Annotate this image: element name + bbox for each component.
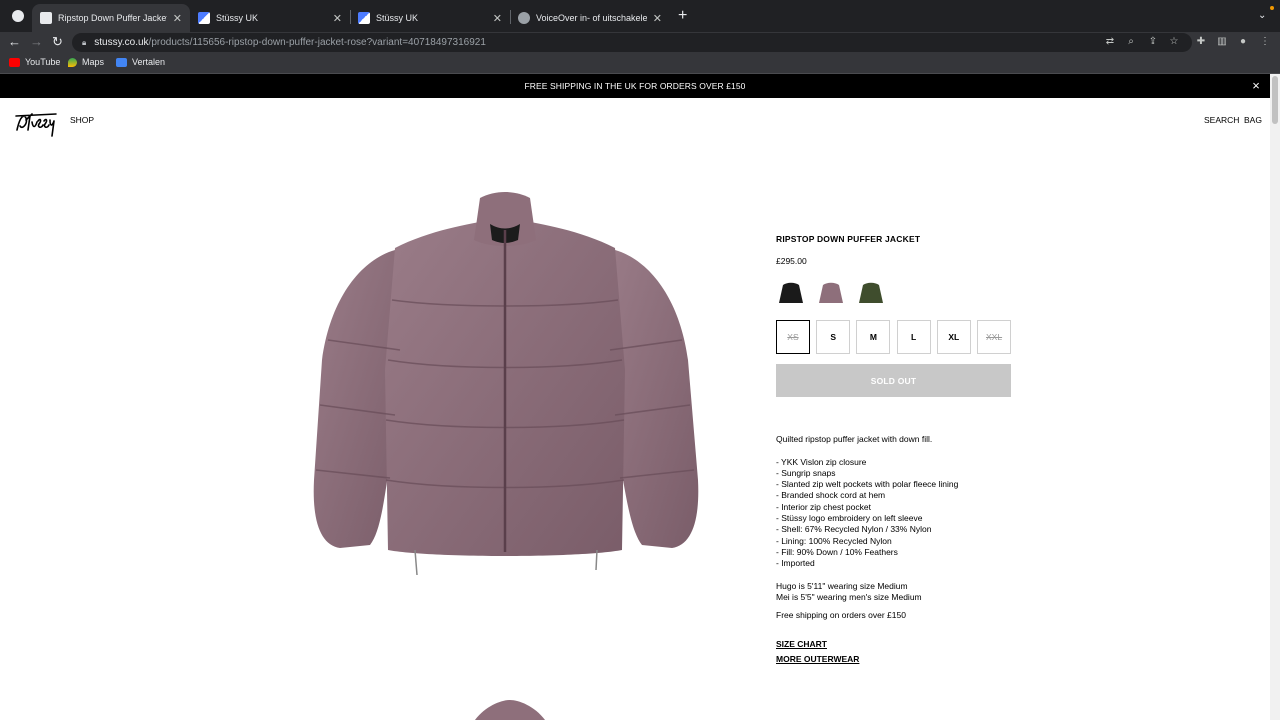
more-outerwear-link[interactable]: MORE OUTERWEAR — [776, 652, 859, 667]
bookmark-maps[interactable]: Maps — [68, 57, 104, 67]
nav-search[interactable]: SEARCH — [1204, 115, 1239, 125]
close-icon[interactable]: × — [1252, 74, 1260, 98]
scrollbar-thumb[interactable] — [1272, 76, 1278, 124]
size-chart-link[interactable]: SIZE CHART — [776, 637, 859, 652]
bookmarks-bar: YouTube Maps Vertalen — [0, 54, 1280, 74]
description-summary: Quilted ripstop puffer jacket with down … — [776, 434, 933, 444]
feature-item: - Slanted zip welt pockets with polar fl… — [776, 479, 959, 490]
size-xs[interactable]: XS — [776, 320, 810, 354]
feature-item: - Interior zip chest pocket — [776, 501, 871, 512]
close-icon[interactable]: ✕ — [493, 12, 502, 25]
product-title: RIPSTOP DOWN PUFFER JACKET — [776, 234, 921, 244]
translate-icon[interactable]: ⇄ — [1104, 36, 1116, 48]
bookmark-label: Vertalen — [132, 57, 166, 67]
feature-item: - YKK Vislon zip closure — [776, 456, 867, 467]
close-icon[interactable]: ✕ — [653, 12, 662, 25]
size-l[interactable]: L — [896, 320, 931, 354]
color-swatches — [776, 278, 1011, 308]
tab-title: VoiceOver in- of uitschakelen op Mac — [536, 13, 647, 23]
swatch-rose[interactable] — [816, 278, 846, 308]
tab[interactable]: Stüssy UK ✕ — [190, 4, 350, 32]
bookmark-label: YouTube — [25, 57, 61, 67]
tab-title: Ripstop Down Puffer Jacket - Rose — [58, 13, 167, 23]
browser-tabbar: Ripstop Down Puffer Jacket - Rose ✕ Stüs… — [0, 0, 1280, 32]
forward-icon[interactable]: → — [30, 35, 43, 49]
page: FREE SHIPPING IN THE UK FOR ORDERS OVER … — [0, 74, 1280, 720]
jacket-thumbnail — [819, 282, 843, 303]
size-xl[interactable]: XL — [936, 320, 971, 354]
tab-favicon — [358, 12, 370, 24]
translate-icon — [116, 57, 127, 67]
size-m[interactable]: M — [856, 320, 891, 354]
share-icon[interactable]: ⇪ — [1147, 36, 1159, 48]
tab-active[interactable]: Ripstop Down Puffer Jacket - Rose ✕ — [32, 4, 190, 32]
bookmark-label: Maps — [82, 57, 105, 67]
close-icon[interactable]: ✕ — [173, 12, 182, 25]
new-tab-icon[interactable]: + — [678, 8, 687, 24]
youtube-icon — [9, 57, 20, 67]
model-note: Mei is 5'5" wearing men's size Medium — [776, 592, 922, 603]
product-description: Quilted ripstop puffer jacket with down … — [776, 434, 1016, 622]
bookmark-star-icon[interactable]: ☆ — [1168, 36, 1180, 48]
sidepanel-icon[interactable]: ▥ — [1216, 36, 1228, 48]
product-info: RIPSTOP DOWN PUFFER JACKET £295.00 XS S … — [776, 234, 1012, 397]
product-image[interactable] — [300, 190, 710, 580]
size-xxl[interactable]: XXL — [977, 320, 1012, 354]
url-path: /products/115656-ripstop-down-puffer-jac… — [148, 37, 486, 48]
feature-item: - Shell: 67% Recycled Nylon / 33% Nylon — [776, 524, 932, 535]
product-image-secondary[interactable] — [460, 698, 560, 720]
model-note: Hugo is 5'11" wearing size Medium — [776, 580, 908, 591]
shipping-note: Free shipping on orders over £150 — [776, 610, 906, 621]
address-bar[interactable]: 🔒︎ stussy.co.uk /products/115656-ripstop… — [72, 33, 1192, 52]
promo-text: FREE SHIPPING IN THE UK FOR ORDERS OVER … — [524, 81, 746, 91]
swatch-olive[interactable] — [856, 278, 886, 308]
apple-icon — [518, 12, 530, 24]
zoom-icon[interactable]: ⌕ — [1125, 36, 1137, 48]
profile-icon[interactable]: ● — [1237, 36, 1249, 48]
tab-title: Stüssy UK — [376, 13, 419, 23]
extensions-icon[interactable]: ✚ — [1195, 36, 1207, 48]
nav-bag[interactable]: BAG — [1244, 115, 1262, 125]
feature-item: - Branded shock cord at hem — [776, 490, 886, 501]
feature-item: - Sungrip snaps — [776, 467, 836, 478]
sold-out-button[interactable]: SOLD OUT — [776, 364, 1011, 397]
product-price: £295.00 — [776, 256, 807, 266]
maps-icon — [68, 57, 77, 67]
bookmark-youtube[interactable]: YouTube — [9, 57, 60, 67]
tab[interactable]: Stüssy UK ✕ — [350, 4, 510, 32]
close-icon[interactable]: ✕ — [333, 12, 342, 25]
menu-icon[interactable]: ⋮ — [1259, 36, 1271, 48]
scrollbar[interactable] — [1270, 74, 1280, 720]
tab[interactable]: VoiceOver in- of uitschakelen op Mac ✕ — [510, 4, 670, 32]
size-s[interactable]: S — [816, 320, 851, 354]
jacket-thumbnail — [779, 282, 803, 303]
stussy-logo[interactable] — [14, 108, 58, 138]
feature-item: - Fill: 90% Down / 10% Feathers — [776, 546, 898, 557]
github-icon[interactable] — [12, 10, 24, 22]
feature-item: - Stüssy logo embroidery on left sleeve — [776, 513, 923, 524]
product-links: SIZE CHART MORE OUTERWEAR — [776, 637, 859, 667]
browser-toolbar: ← → ↻ 🔒︎ stussy.co.uk /products/115656-r… — [0, 32, 1280, 54]
reload-icon[interactable]: ↻ — [52, 35, 63, 49]
lock-icon: 🔒︎ — [82, 37, 87, 47]
swatch-black[interactable] — [776, 278, 806, 308]
size-selector: XS S M L XL XXL — [776, 320, 1012, 354]
tab-favicon — [40, 12, 52, 24]
bookmark-vertalen[interactable]: Vertalen — [116, 57, 165, 67]
tab-favicon — [198, 12, 210, 24]
tab-title: Stüssy UK — [216, 13, 259, 23]
chevron-down-icon[interactable]: ⌄ — [1258, 10, 1266, 21]
url-domain: stussy.co.uk — [94, 37, 149, 48]
feature-item: - Lining: 100% Recycled Nylon — [776, 535, 892, 546]
jacket-thumbnail — [859, 282, 883, 303]
nav-shop[interactable]: SHOP — [70, 115, 94, 125]
feature-item: - Imported — [776, 558, 815, 569]
back-icon[interactable]: ← — [8, 35, 21, 49]
promo-banner: FREE SHIPPING IN THE UK FOR ORDERS OVER … — [0, 74, 1270, 98]
notification-dot — [1270, 6, 1274, 10]
